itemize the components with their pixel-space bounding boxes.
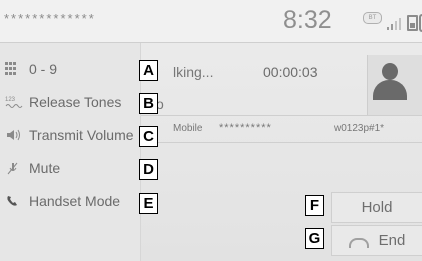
menu-item-label: Mute [29, 159, 61, 176]
callout-c: C [139, 126, 158, 147]
menu-item-transmit-volume[interactable]: Transmit Volume [0, 119, 140, 150]
phone-number: ********** [219, 122, 272, 134]
status-bar: ************* 8:32 BT [0, 0, 422, 43]
callout-f: F [305, 195, 324, 216]
end-call-button[interactable]: End [331, 225, 422, 256]
mute-icon [5, 161, 23, 175]
keypad-icon [5, 62, 23, 76]
hang-up-icon [348, 237, 369, 248]
number-row: Mobile ********** w0123p#1* [141, 115, 422, 143]
menu-item-mute[interactable]: Mute [0, 152, 140, 183]
hold-button[interactable]: Hold [331, 192, 422, 223]
menu-item-keypad[interactable]: 0 - 9 [0, 53, 140, 84]
battery-icon [407, 15, 418, 31]
avatar-icon [382, 63, 398, 80]
svg-text:123: 123 [5, 97, 16, 103]
device-name: ************* [4, 11, 96, 26]
contact-avatar [367, 55, 422, 116]
menu-item-handset-mode[interactable]: Handset Mode [0, 185, 140, 216]
signal-icon [387, 18, 401, 30]
number-type: Mobile [173, 123, 203, 134]
dial-suffix: w0123p#1* [334, 123, 385, 134]
bluetooth-icon: BT [363, 12, 382, 24]
end-label: End [378, 232, 406, 249]
menu-item-label: Handset Mode [29, 192, 121, 209]
callout-d: D [139, 159, 158, 180]
hold-label: Hold [361, 199, 393, 216]
handset-icon [5, 194, 23, 208]
release-tones-icon: 123 [5, 95, 23, 109]
callout-g: G [305, 228, 324, 249]
phone-call-screen: ************* 8:32 BT 0 - 9 123 Release … [0, 0, 422, 261]
menu-item-release-tones[interactable]: 123 Release Tones [0, 86, 140, 117]
call-status: lking... [173, 64, 214, 80]
callout-a: A [139, 60, 158, 81]
speaker-icon [5, 128, 23, 142]
call-options-menu: 0 - 9 123 Release Tones Transmit Volume [0, 43, 141, 261]
menu-item-label: Release Tones [29, 93, 122, 110]
call-timer: 00:00:03 [263, 64, 318, 80]
menu-item-label: 0 - 9 [29, 60, 58, 77]
clock: 8:32 [283, 6, 332, 34]
callout-b: B [139, 93, 158, 114]
callout-e: E [139, 193, 158, 214]
menu-item-label: Transmit Volume [29, 126, 134, 143]
